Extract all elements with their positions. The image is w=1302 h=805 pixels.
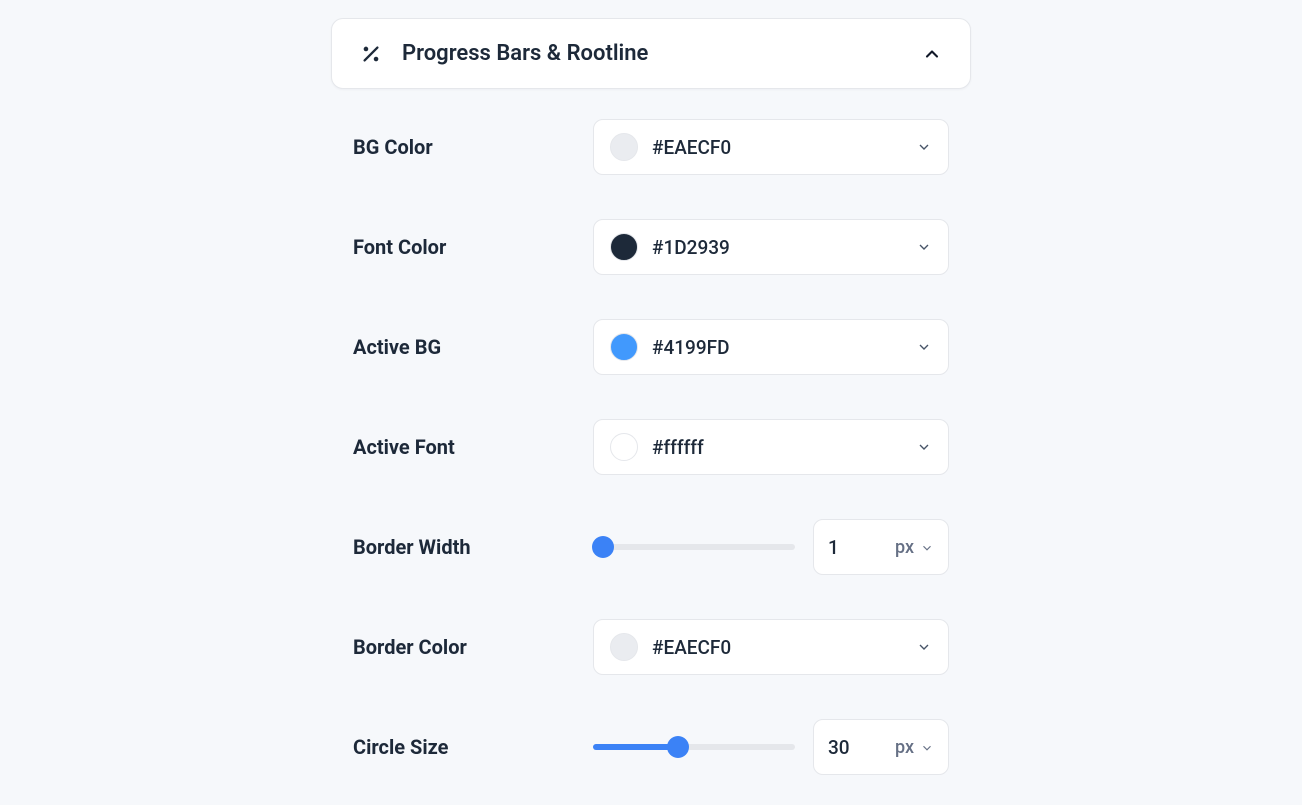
number-value: 30 [828, 736, 889, 759]
label-active-bg: Active BG [353, 335, 593, 359]
accordion-body: BG Color #EAECF0 Font Color #1D2939 Acti… [331, 119, 971, 805]
slider-track [593, 744, 795, 750]
slider-border-width[interactable] [593, 536, 795, 558]
slider-fill [593, 744, 678, 750]
color-picker-bg-color[interactable]: #EAECF0 [593, 119, 949, 175]
chevron-down-icon [920, 540, 934, 554]
value-font-color: #1D2939 [652, 236, 902, 259]
label-circle-size: Circle Size [353, 735, 593, 759]
slider-thumb[interactable] [667, 736, 689, 758]
row-border-color: Border Color #EAECF0 [353, 619, 949, 675]
value-active-font: #ffffff [652, 436, 902, 459]
slider-track [593, 544, 795, 550]
value-border-color: #EAECF0 [652, 636, 902, 659]
label-border-width: Border Width [353, 535, 593, 559]
color-picker-font-color[interactable]: #1D2939 [593, 219, 949, 275]
value-bg-color: #EAECF0 [652, 136, 902, 159]
row-border-width: Border Width 1 px [353, 519, 949, 575]
swatch-active-bg [610, 333, 638, 361]
percent-icon [360, 43, 382, 65]
label-border-color: Border Color [353, 635, 593, 659]
row-active-bg: Active BG #4199FD [353, 319, 949, 375]
color-picker-border-color[interactable]: #EAECF0 [593, 619, 949, 675]
label-active-font: Active Font [353, 435, 593, 459]
number-field-circle-size[interactable]: 30 px [813, 719, 949, 775]
chevron-up-icon [922, 44, 942, 64]
color-picker-active-font[interactable]: #ffffff [593, 419, 949, 475]
accordion-title: Progress Bars & Rootline [402, 41, 902, 66]
swatch-active-font [610, 433, 638, 461]
chevron-down-icon [916, 239, 932, 255]
label-font-color: Font Color [353, 235, 593, 259]
chevron-down-icon [916, 439, 932, 455]
slider-group-border-width: 1 px [593, 519, 949, 575]
swatch-bg-color [610, 133, 638, 161]
swatch-font-color [610, 233, 638, 261]
row-circle-size: Circle Size 30 px [353, 719, 949, 775]
color-picker-active-bg[interactable]: #4199FD [593, 319, 949, 375]
row-active-font: Active Font #ffffff [353, 419, 949, 475]
row-bg-color: BG Color #EAECF0 [353, 119, 949, 175]
number-value: 1 [828, 536, 889, 559]
value-active-bg: #4199FD [652, 336, 902, 359]
chevron-down-icon [916, 639, 932, 655]
slider-group-circle-size: 30 px [593, 719, 949, 775]
number-unit: px [895, 537, 914, 558]
slider-circle-size[interactable] [593, 736, 795, 758]
settings-panel: Progress Bars & Rootline BG Color #EAECF… [331, 0, 971, 740]
chevron-down-icon [920, 740, 934, 754]
chevron-down-icon [916, 339, 932, 355]
number-field-border-width[interactable]: 1 px [813, 519, 949, 575]
row-font-color: Font Color #1D2939 [353, 219, 949, 275]
swatch-border-color [610, 633, 638, 661]
accordion-header-progress-bars[interactable]: Progress Bars & Rootline [331, 18, 971, 89]
slider-thumb[interactable] [592, 536, 614, 558]
chevron-down-icon [916, 139, 932, 155]
label-bg-color: BG Color [353, 135, 593, 159]
